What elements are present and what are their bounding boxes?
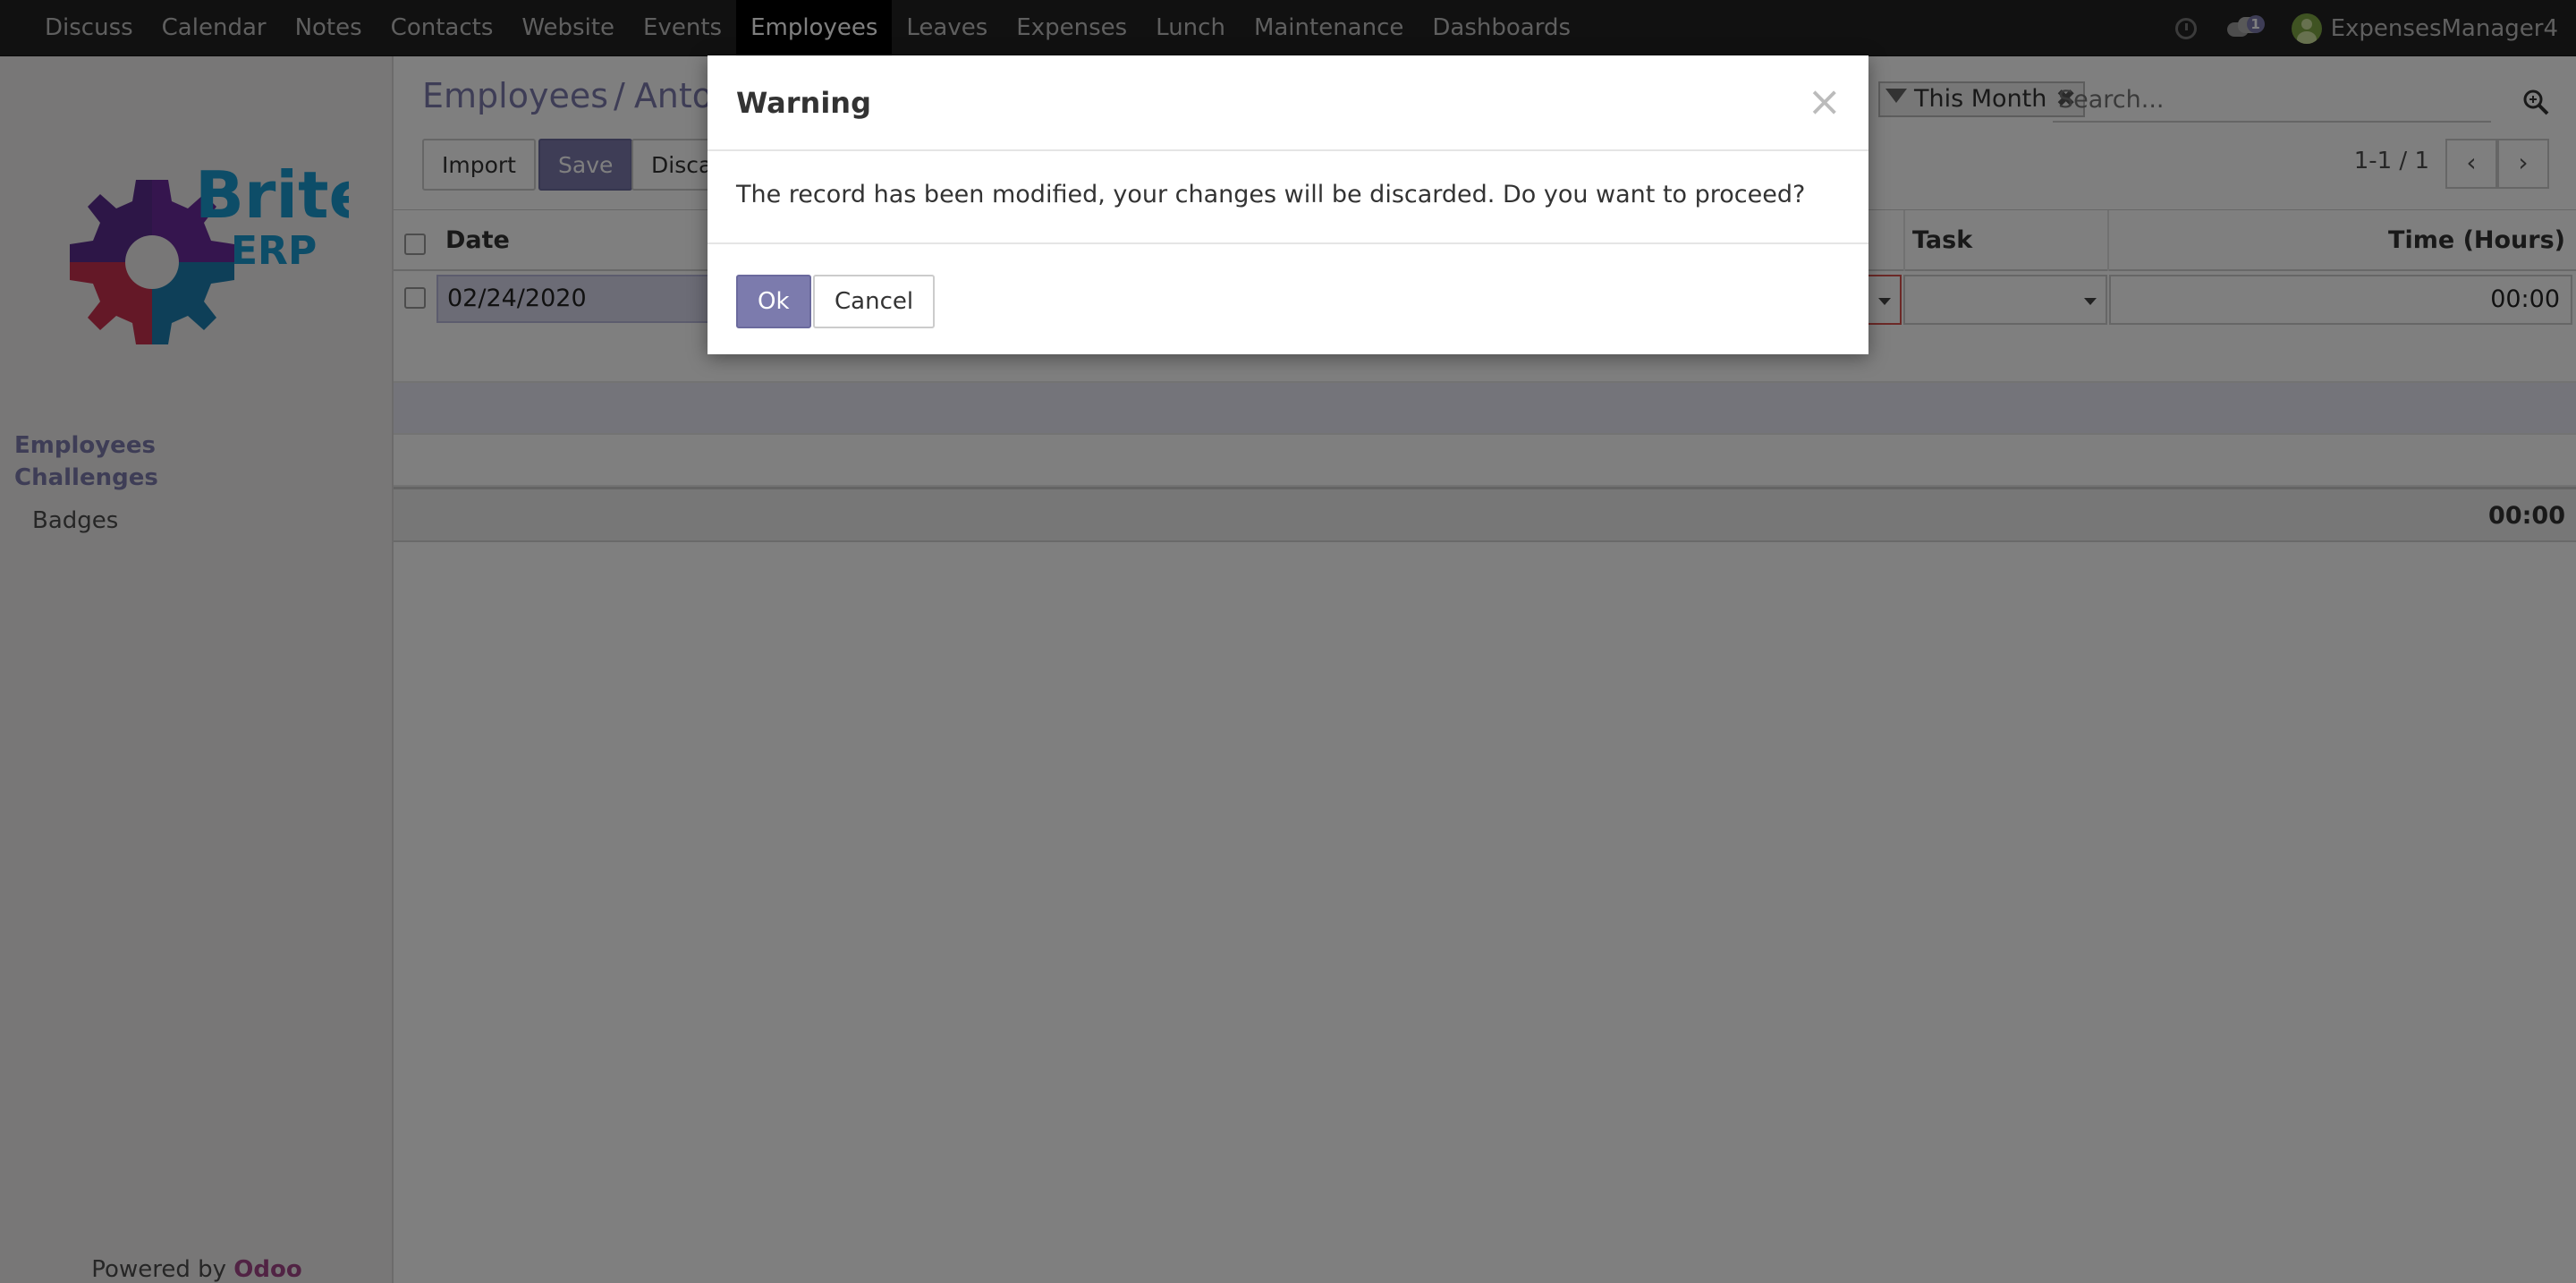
- dialog-header: Warning ×: [708, 55, 1868, 151]
- close-icon[interactable]: ×: [1807, 81, 1842, 122]
- cancel-button[interactable]: Cancel: [813, 275, 936, 328]
- warning-dialog: Warning × The record has been modified, …: [708, 55, 1868, 354]
- dialog-message: The record has been modified, your chang…: [736, 181, 1806, 208]
- dialog-footer: Ok Cancel: [708, 242, 1868, 354]
- ok-button[interactable]: Ok: [736, 275, 811, 328]
- dialog-title: Warning: [736, 86, 871, 120]
